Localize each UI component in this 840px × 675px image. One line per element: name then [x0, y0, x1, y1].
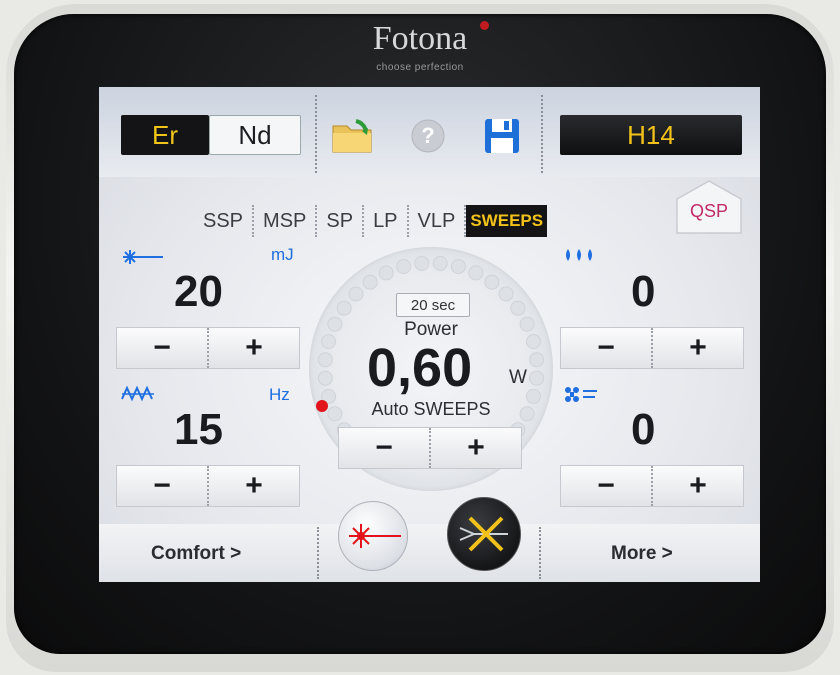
toolbar-divider: [315, 95, 317, 173]
dial-dot: [519, 406, 535, 422]
energy-icon: [123, 250, 163, 264]
dial-dot: [525, 388, 541, 404]
mode-ssp[interactable]: SSP: [194, 205, 255, 237]
power-value: 0,60: [367, 338, 473, 398]
water-minus-button[interactable]: −: [561, 328, 651, 368]
folder-icon: [332, 119, 372, 153]
air-spray-icon: [565, 387, 597, 402]
energy-value: 20: [174, 267, 223, 316]
mode-qsp[interactable]: QSP: [677, 201, 741, 222]
dial-dot: [484, 274, 500, 290]
brand-logo: Fotona: [372, 20, 468, 57]
mode-sweeps[interactable]: SWEEPS: [466, 205, 548, 237]
dial-dot: [396, 259, 412, 275]
frequency-value: 15: [174, 405, 223, 454]
air-plus-button[interactable]: +: [651, 466, 743, 506]
water-plus-button[interactable]: +: [651, 328, 743, 368]
mode-vlp[interactable]: VLP: [409, 205, 467, 237]
power-minus-button[interactable]: −: [339, 428, 429, 468]
bottom-divider: [317, 527, 319, 579]
frequency-icon: [121, 385, 154, 402]
energy-minus-button[interactable]: −: [117, 328, 207, 368]
frequency-stepper: − +: [116, 465, 300, 507]
laser-nd-button[interactable]: Nd: [209, 115, 301, 155]
frequency-minus-button[interactable]: −: [117, 466, 207, 506]
pulse-mode-selector: SSP MSP SP LP VLP SWEEPS: [194, 205, 548, 237]
air-stepper: − +: [560, 465, 744, 507]
bottom-divider: [539, 527, 541, 579]
standby-indicator-dot: [316, 400, 328, 412]
energy-stepper: − +: [116, 327, 300, 369]
auto-sweeps-label: Auto SWEEPS: [371, 399, 491, 419]
laser-standby-button[interactable]: [447, 497, 521, 571]
dial-dot: [378, 265, 394, 281]
dial-dot: [529, 352, 545, 368]
dial-dot: [362, 274, 378, 290]
energy-unit: mJ: [271, 245, 294, 264]
dial-dot: [498, 286, 514, 302]
frequency-unit: Hz: [269, 385, 290, 404]
energy-plus-button[interactable]: +: [207, 328, 299, 368]
dial-dot: [414, 255, 430, 271]
dial-dot: [468, 265, 484, 281]
brand-tagline: choose perfection: [376, 62, 464, 73]
dial-dot: [317, 370, 333, 386]
aiming-beam-icon: [349, 524, 401, 548]
save-button[interactable]: [477, 115, 527, 157]
laser-disabled-icon: [459, 516, 508, 552]
dial-dot: [510, 300, 526, 316]
handpiece-indicator[interactable]: H14: [560, 115, 742, 155]
power-stepper: − +: [338, 427, 522, 469]
timer-badge[interactable]: 20 sec: [396, 293, 470, 317]
frequency-plus-button[interactable]: +: [207, 466, 299, 506]
touch-screen: Er Nd ? H14 SSP MSP SP LP VLP SWEEPS QSP…: [99, 87, 760, 582]
mode-lp[interactable]: LP: [364, 205, 409, 237]
toolbar-divider: [541, 95, 543, 173]
save-icon: [485, 119, 519, 153]
dial-dot: [529, 370, 545, 386]
help-button[interactable]: ?: [403, 115, 453, 157]
open-folder-button[interactable]: [328, 115, 378, 157]
power-unit: W: [509, 367, 527, 388]
laser-er-button[interactable]: Er: [121, 115, 209, 155]
dial-dot: [317, 352, 333, 368]
water-value: 0: [631, 267, 656, 316]
dial-dot: [327, 406, 343, 422]
power-plus-button[interactable]: +: [429, 428, 521, 468]
svg-text:?: ?: [421, 123, 434, 148]
mode-sp[interactable]: SP: [317, 205, 365, 237]
help-icon: ?: [411, 119, 445, 153]
air-minus-button[interactable]: −: [561, 466, 651, 506]
mode-msp[interactable]: MSP: [254, 205, 318, 237]
more-button[interactable]: More >: [611, 543, 673, 565]
laser-aiming-button[interactable]: [338, 501, 408, 571]
water-drops-icon: [566, 249, 592, 261]
comfort-button[interactable]: Comfort >: [151, 543, 241, 565]
dial-dot: [450, 259, 466, 275]
dial-dot: [348, 286, 364, 302]
brand-logo-dot: [480, 21, 489, 30]
dial-dot: [432, 255, 448, 271]
water-stepper: − +: [560, 327, 744, 369]
dial-dot: [336, 300, 352, 316]
air-value: 0: [631, 405, 656, 454]
